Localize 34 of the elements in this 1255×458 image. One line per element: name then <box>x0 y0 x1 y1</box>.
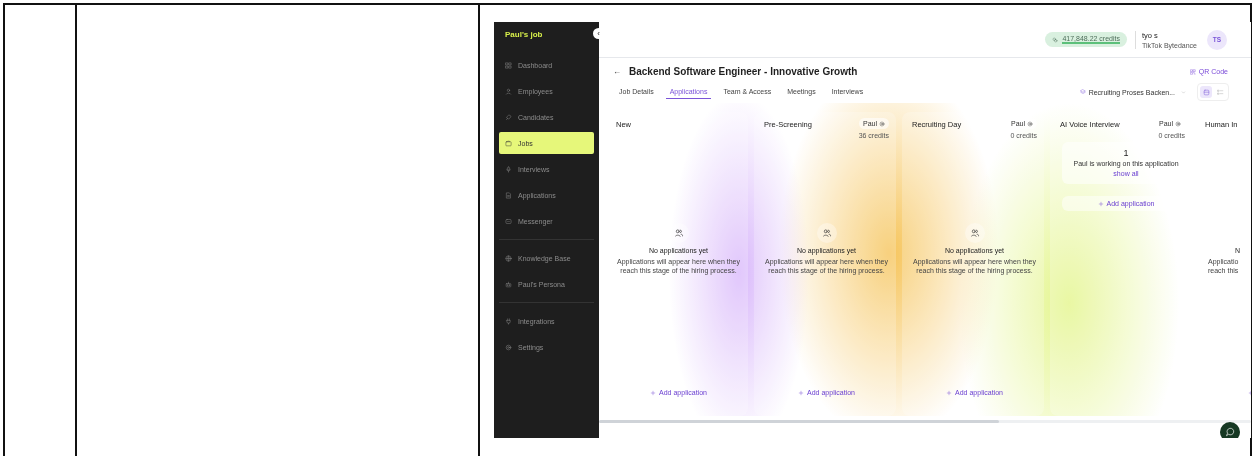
board-view-icon <box>1202 88 1210 96</box>
list-view-icon <box>1216 88 1224 96</box>
plug-icon <box>505 317 512 325</box>
robot-icon <box>505 280 512 288</box>
gear-icon <box>1175 120 1181 127</box>
gear-icon <box>879 120 885 127</box>
layers-icon <box>1079 89 1086 95</box>
back-button[interactable]: ← <box>613 67 621 76</box>
microphone-icon <box>505 165 512 173</box>
grid-icon <box>505 61 512 69</box>
gear-icon <box>1027 120 1033 127</box>
qr-code-icon <box>1189 68 1196 75</box>
caret-icon <box>1181 89 1186 95</box>
briefcase-icon <box>505 139 512 147</box>
document-icon <box>505 191 512 199</box>
chat-bubble-icon <box>1225 427 1235 437</box>
brand-logo: Paul's job <box>504 29 544 41</box>
plus-icon <box>650 389 657 396</box>
rocket-icon <box>505 113 512 121</box>
coins-icon <box>1052 36 1059 43</box>
settings-icon <box>505 343 512 351</box>
plus-icon <box>946 389 953 396</box>
chat-icon <box>505 217 512 225</box>
view-button[interactable] <box>1200 86 1212 98</box>
person-icon <box>505 87 512 95</box>
scrollbar-thumb[interactable] <box>599 420 999 423</box>
application-count: 1 <box>1123 148 1129 158</box>
job-title: Backend Software Engineer - Innovative Growth <box>629 66 859 77</box>
people-icon <box>964 223 985 243</box>
plus-icon <box>798 389 805 396</box>
people-icon <box>816 223 837 243</box>
globe-icon <box>505 254 512 262</box>
chat-button[interactable] <box>1220 422 1240 438</box>
plus-icon <box>1097 200 1104 207</box>
